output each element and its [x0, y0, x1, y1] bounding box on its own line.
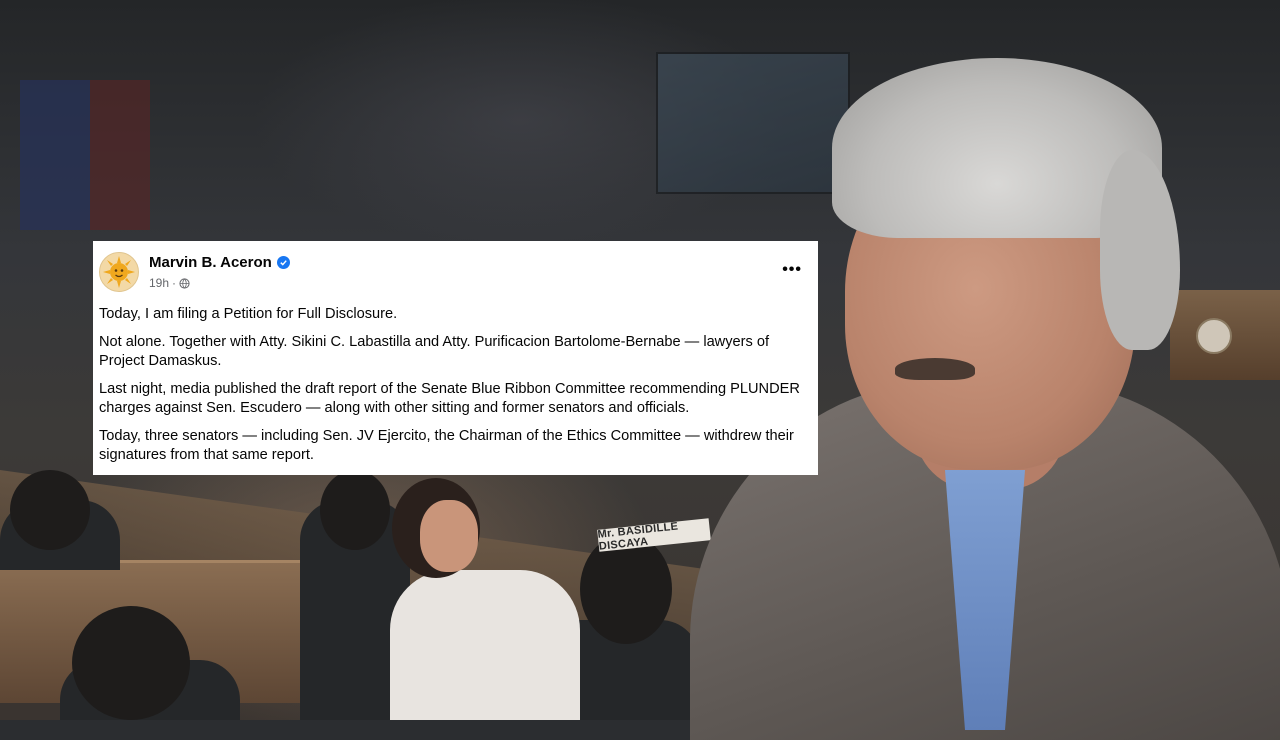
verified-badge-icon: [276, 256, 290, 269]
post-body: Today, I am filing a Petition for Full D…: [99, 305, 811, 474]
flag-blue-stripe: [20, 80, 90, 230]
attendee-white-jacket: [390, 570, 580, 720]
senate-seal: [1196, 318, 1232, 354]
flag-red-stripe: [90, 80, 150, 230]
post-paragraph: Today, I am filing a Petition for Full D…: [99, 306, 398, 322]
attendee-head: [320, 470, 390, 550]
post-timestamp[interactable]: 19h: [149, 276, 169, 290]
senator-mustache: [895, 358, 975, 380]
attendee-face: [420, 500, 478, 572]
author-avatar[interactable]: [99, 252, 139, 292]
globe-icon: [179, 277, 190, 289]
post-paragraph: Last night, media published the draft re…: [99, 381, 800, 416]
more-options-button[interactable]: •••: [782, 261, 802, 279]
attendee-head: [72, 606, 190, 720]
separator-dot: ·: [172, 276, 177, 290]
author-name-row: Marvin B. Aceron: [149, 254, 290, 271]
post-paragraph: Not alone. Together with Atty. Sikini C.…: [99, 334, 770, 369]
post-meta: 19h ·: [149, 276, 190, 290]
attendee-head: [580, 534, 672, 644]
sun-logo-icon: [103, 256, 135, 288]
background-screen: [656, 52, 850, 194]
post-paragraph: Today, three senators — including Sen. J…: [99, 428, 794, 463]
facebook-post-card: Marvin B. Aceron 19h · ••• Today, I am f…: [93, 241, 818, 475]
attendee-head: [10, 470, 90, 550]
author-name[interactable]: Marvin B. Aceron: [149, 254, 272, 271]
